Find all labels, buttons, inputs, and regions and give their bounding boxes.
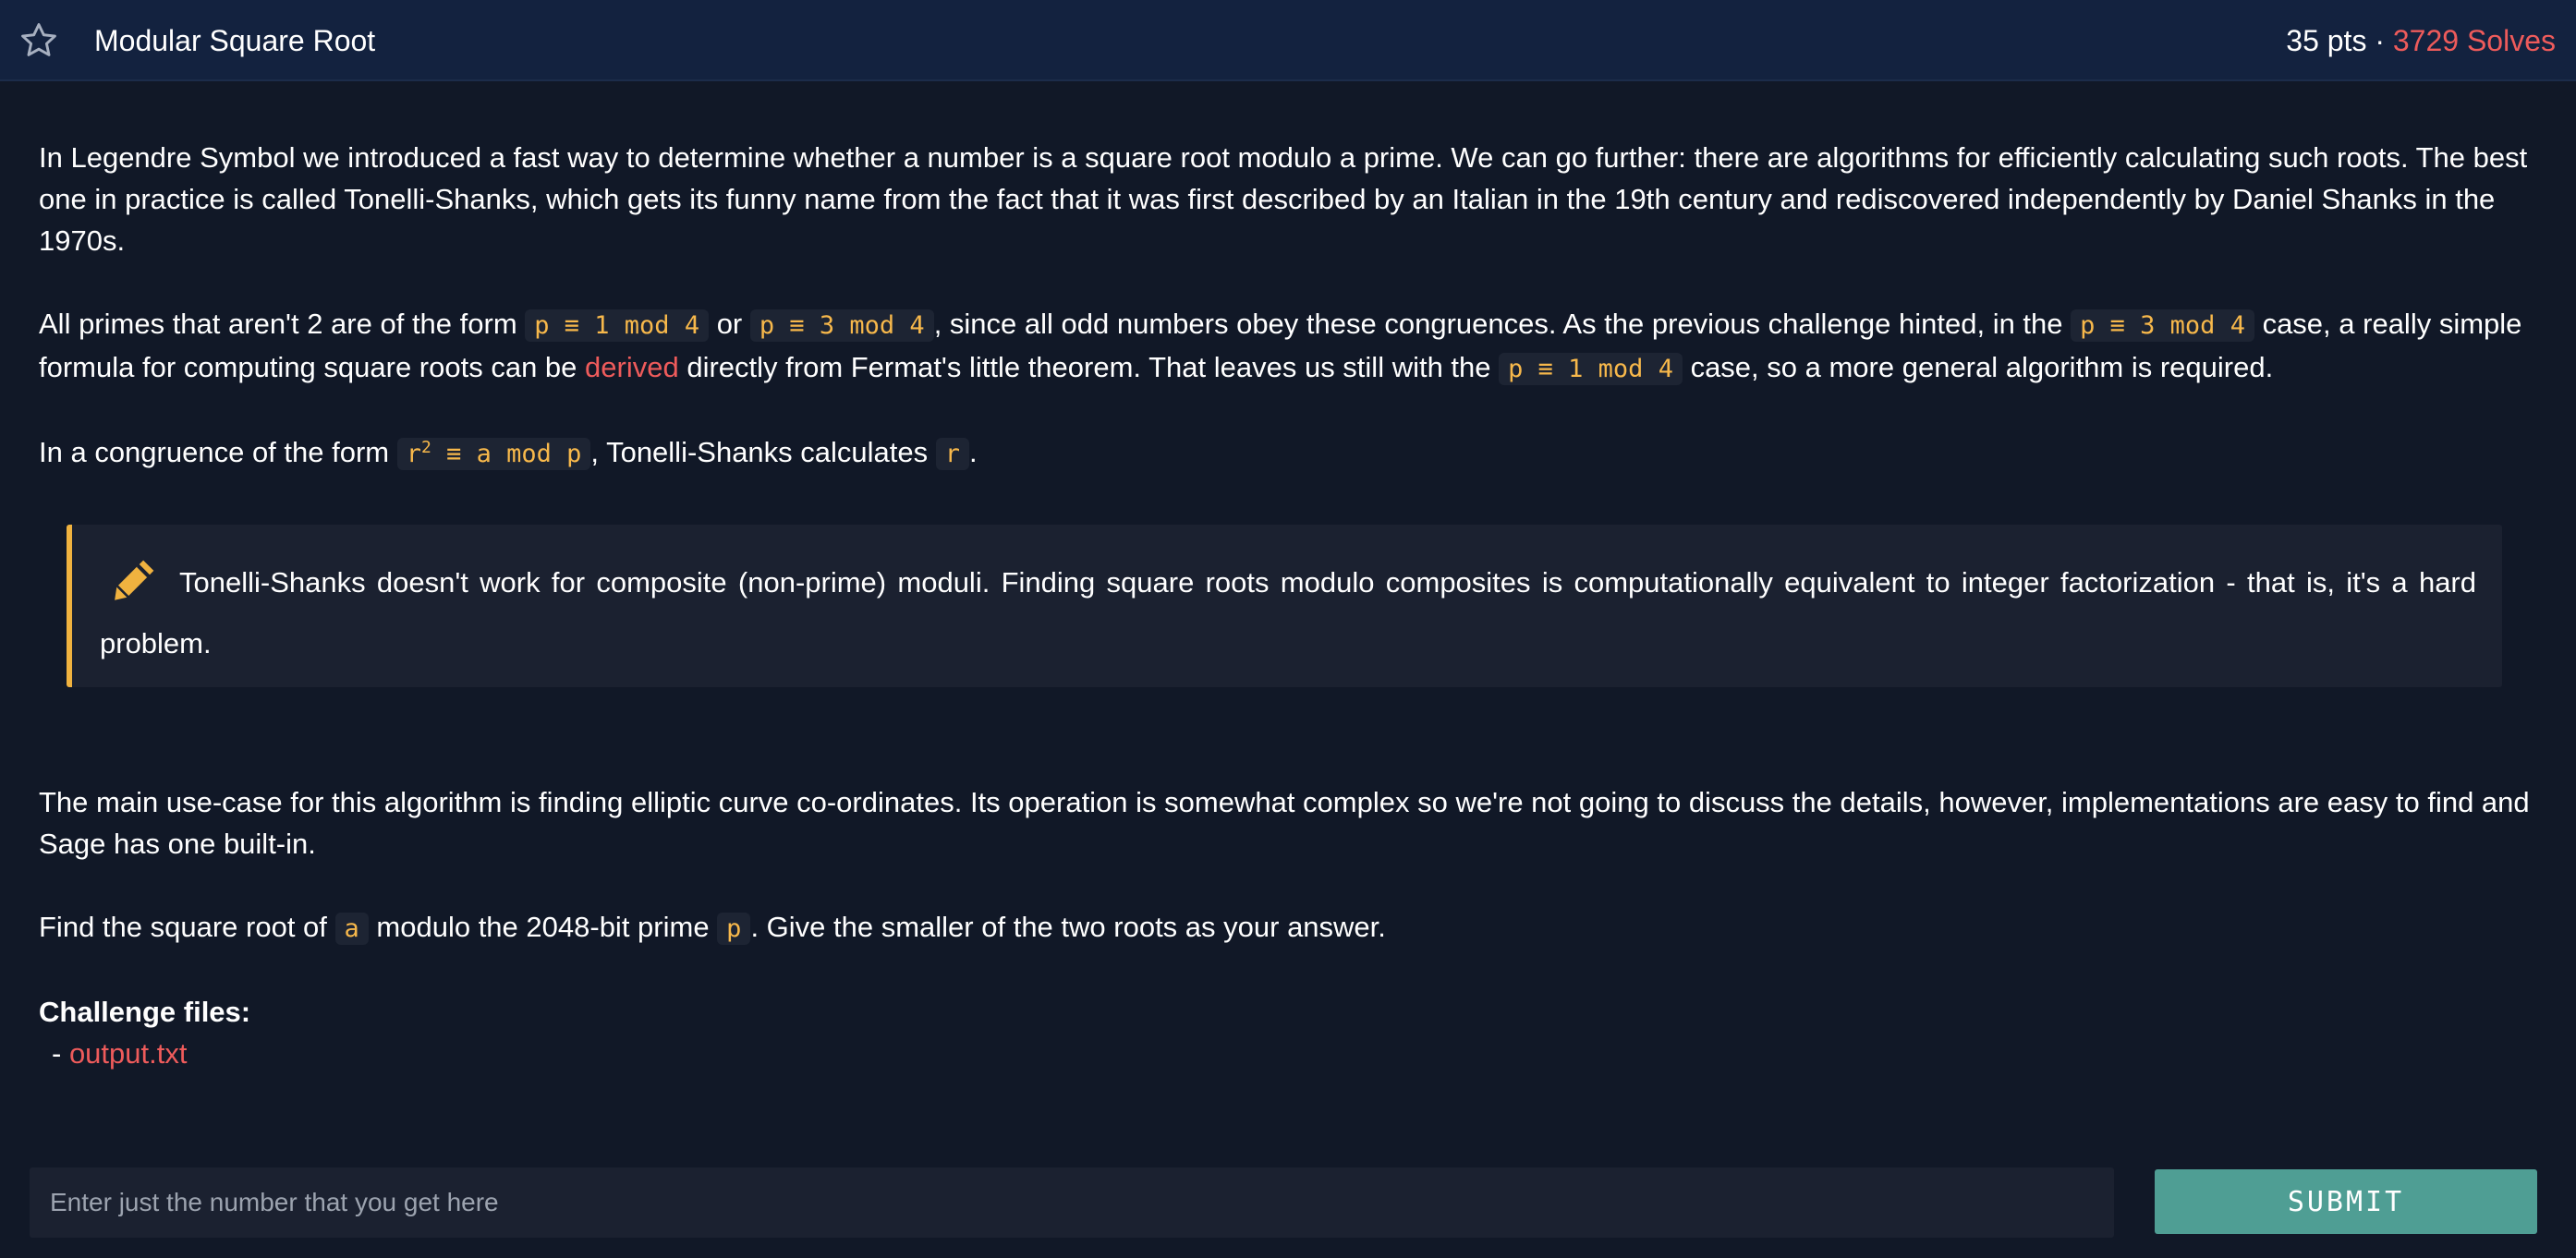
inline-code: p ≡ 1 mod 4: [1499, 353, 1683, 385]
text: , since all odd numbers obey these congr…: [933, 308, 2072, 340]
task-paragraph: Find the square root of a modulo the 204…: [39, 906, 2533, 950]
bullet: -: [52, 1037, 69, 1070]
intro-paragraph: In Legendre Symbol we introduced a fast …: [39, 141, 2528, 257]
note-body: Tonelli-Shanks doesn't work for composit…: [100, 552, 2476, 674]
note-callout: Tonelli-Shanks doesn't work for composit…: [67, 525, 2502, 687]
challenge-description-continued: The main use-case for this algorithm is …: [39, 781, 2533, 1074]
inline-code: r: [935, 438, 970, 470]
star-icon[interactable]: [18, 20, 59, 61]
inline-code: p ≡ 3 mod 4: [749, 309, 934, 342]
text: case, so a more general algorithm is req…: [1682, 351, 2274, 383]
challenge-title: Modular Square Root: [94, 24, 376, 57]
superscript: 2: [421, 438, 431, 457]
inline-code: r2 ≡ a mod p: [396, 438, 591, 470]
text: Find the square root of: [39, 911, 335, 943]
solves-link[interactable]: 3729 Solves: [2393, 24, 2556, 57]
pencil-icon: [115, 560, 154, 600]
challenge-files-label: Challenge files:: [39, 996, 251, 1028]
code-part: ≡ a mod p: [431, 440, 582, 468]
derived-link[interactable]: derived: [585, 351, 679, 383]
meta-separator: ·: [2366, 24, 2393, 57]
inline-code: a: [334, 913, 369, 945]
text: In a congruence of the form: [39, 436, 397, 468]
text: modulo the 2048-bit prime: [368, 911, 718, 943]
text: All primes that aren't 2 are of the form: [39, 308, 526, 340]
inline-code: p: [717, 913, 751, 945]
submit-button[interactable]: SUBMIT: [2155, 1169, 2537, 1234]
primes-paragraph: All primes that aren't 2 are of the form…: [39, 303, 2533, 390]
congruence-paragraph: In a congruence of the form r2 ≡ a mod p…: [39, 431, 2533, 475]
code-part: r: [406, 440, 421, 468]
text: , Tonelli-Shanks calculates: [590, 436, 936, 468]
inline-code: p ≡ 3 mod 4: [2071, 309, 2254, 342]
challenge-header: Modular Square Root 35 pts · 3729 Solves: [0, 0, 2576, 81]
file-list-item: - output.txt: [39, 1033, 2533, 1074]
note-text: Tonelli-Shanks doesn't work for composit…: [100, 566, 2476, 659]
inline-code: p ≡ 1 mod 4: [525, 309, 710, 342]
file-link-output[interactable]: output.txt: [69, 1037, 188, 1070]
points-label: 35 pts: [2286, 24, 2367, 57]
flag-input[interactable]: [30, 1167, 2114, 1238]
text: or: [709, 308, 750, 340]
text: . Give the smaller of the two roots as y…: [750, 911, 1386, 943]
usecase-paragraph: The main use-case for this algorithm is …: [39, 786, 2530, 860]
challenge-description: In Legendre Symbol we introduced a fast …: [39, 137, 2533, 475]
text: directly from Fermat's little theorem. T…: [678, 351, 1500, 383]
challenge-meta: 35 pts · 3729 Solves: [2286, 0, 2556, 81]
text: .: [969, 436, 978, 468]
